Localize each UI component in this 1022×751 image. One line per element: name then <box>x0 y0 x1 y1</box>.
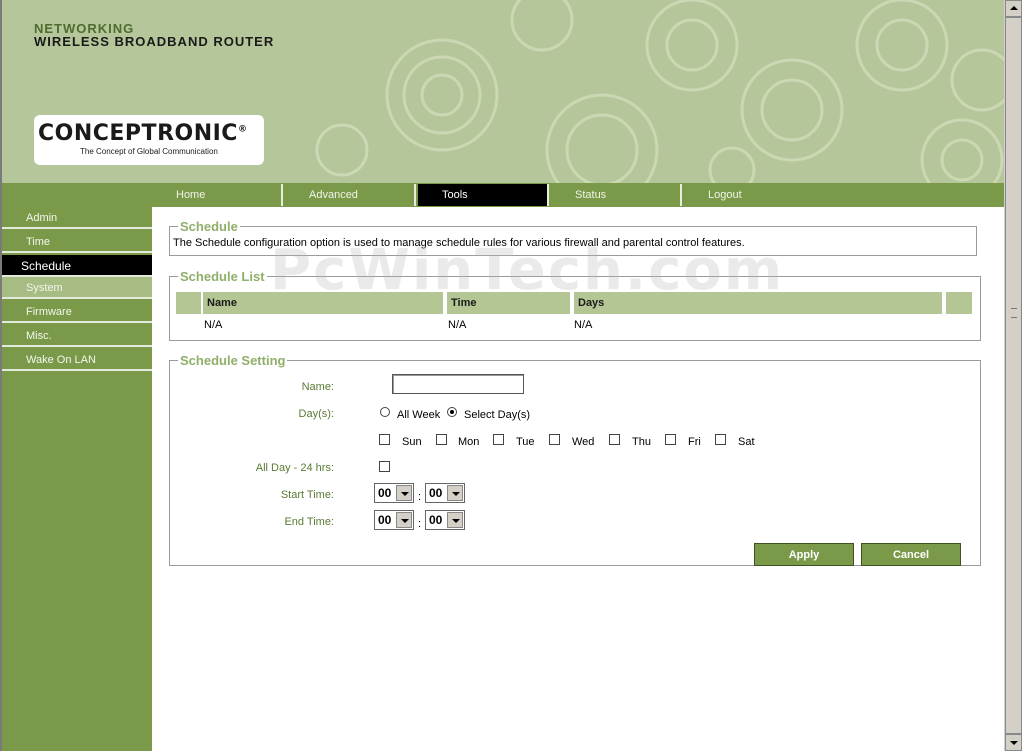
grip-icon <box>1011 308 1017 318</box>
top-nav: Home Advanced Tools Status Logout <box>2 183 1004 207</box>
end-time-label: End Time: <box>284 516 334 528</box>
start-hour-select[interactable]: 00 <box>374 483 414 503</box>
vertical-scrollbar[interactable] <box>1004 0 1022 751</box>
start-time-label: Start Time: <box>280 489 334 501</box>
brand-line2: WIRELESS BROADBAND ROUTER <box>34 34 275 49</box>
all-week-radio[interactable] <box>380 407 390 417</box>
table-header-action <box>946 292 972 314</box>
day-checkbox-mon[interactable] <box>436 434 447 445</box>
table-cell-time: N/A <box>448 319 467 331</box>
logo-tagline: The Concept of Global Communication <box>80 147 218 156</box>
table-cell-days: N/A <box>574 319 593 331</box>
chevron-down-icon <box>396 485 412 501</box>
sidebar-item-system[interactable]: System <box>2 277 152 299</box>
sidebar-item-firmware[interactable]: Firmware <box>2 301 152 323</box>
day-checkbox-fri[interactable] <box>665 434 676 445</box>
name-input[interactable] <box>392 374 524 394</box>
day-checkbox-thu[interactable] <box>609 434 620 445</box>
day-checkbox-wed[interactable] <box>549 434 560 445</box>
schedule-legend: Schedule <box>178 219 240 234</box>
day-label-sun: Sun <box>402 436 422 448</box>
tab-logout[interactable]: Logout <box>684 184 815 206</box>
day-label-thu: Thu <box>632 436 651 448</box>
all-day-checkbox[interactable] <box>379 461 390 472</box>
schedule-list-legend: Schedule List <box>178 269 267 284</box>
day-label-tue: Tue <box>516 436 535 448</box>
table-cell-name: N/A <box>204 319 223 331</box>
all-week-label: All Week <box>397 409 441 421</box>
schedule-setting-legend: Schedule Setting <box>178 353 288 368</box>
sidebar-item-schedule[interactable]: Schedule <box>2 255 152 277</box>
tab-tools[interactable]: Tools <box>418 184 549 206</box>
sidebar: Admin Time Schedule System Firmware Misc… <box>2 207 152 751</box>
day-checkbox-sat[interactable] <box>715 434 726 445</box>
schedule-setting-section: Schedule Setting Name: Day(s): All Week … <box>169 353 981 566</box>
all-day-label: All Day - 24 hrs: <box>255 462 334 474</box>
tab-home[interactable]: Home <box>152 184 283 206</box>
day-label-mon: Mon <box>458 436 480 448</box>
end-hour-select[interactable]: 00 <box>374 510 414 530</box>
day-label-wed: Wed <box>572 436 595 448</box>
tab-status[interactable]: Status <box>551 184 682 206</box>
select-days-radio[interactable] <box>447 407 457 417</box>
day-checkbox-sun[interactable] <box>379 434 390 445</box>
day-label-fri: Fri <box>688 436 701 448</box>
end-time-separator: : <box>418 518 422 530</box>
logo-text: CONCEPTRONIC® <box>38 121 248 146</box>
scroll-down-button[interactable] <box>1005 734 1022 751</box>
tab-advanced[interactable]: Advanced <box>285 184 416 206</box>
start-time-separator: : <box>418 491 422 503</box>
apply-button[interactable]: Apply <box>754 543 854 566</box>
day-checkbox-tue[interactable] <box>493 434 504 445</box>
sidebar-item-time[interactable]: Time <box>2 231 152 253</box>
page-header: NETWORKING WIRELESS BROADBAND ROUTER CON… <box>2 0 1004 183</box>
conceptronic-logo: CONCEPTRONIC® The Concept of Global Comm… <box>34 115 264 165</box>
name-label: Name: <box>301 381 334 393</box>
sidebar-item-admin[interactable]: Admin <box>2 207 152 229</box>
sidebar-item-misc[interactable]: Misc. <box>2 325 152 347</box>
chevron-down-icon <box>396 512 412 528</box>
chevron-down-icon <box>447 485 463 501</box>
end-minute-select[interactable]: 00 <box>425 510 465 530</box>
table-header-select <box>176 292 201 314</box>
watermark: PcWinTech.com <box>270 238 785 303</box>
sidebar-item-wake-on-lan[interactable]: Wake On LAN <box>2 349 152 371</box>
scrollbar-thumb[interactable] <box>1005 17 1022 734</box>
cancel-button[interactable]: Cancel <box>861 543 961 566</box>
chevron-down-icon <box>447 512 463 528</box>
scroll-up-button[interactable] <box>1005 0 1022 17</box>
days-label: Day(s): <box>298 408 334 420</box>
select-days-label: Select Day(s) <box>464 409 531 421</box>
start-minute-select[interactable]: 00 <box>425 483 465 503</box>
day-label-sat: Sat <box>738 436 755 448</box>
